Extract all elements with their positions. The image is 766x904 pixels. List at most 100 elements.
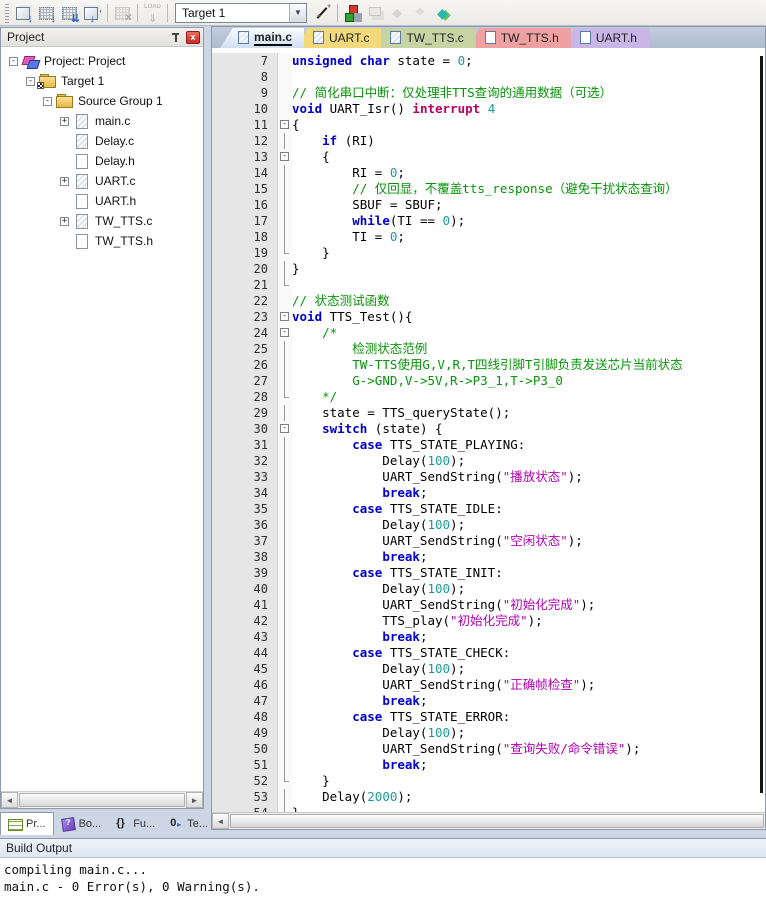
code-line[interactable]: 36 Delay(100);: [212, 517, 765, 533]
code-line[interactable]: 44 case TTS_STATE_CHECK:: [212, 645, 765, 661]
collapse-expander-icon[interactable]: -: [43, 97, 52, 106]
code-line[interactable]: 12 if (RI): [212, 133, 765, 149]
code-line[interactable]: 40 Delay(100);: [212, 581, 765, 597]
translate-file-button[interactable]: [12, 2, 35, 24]
scroll-right-arrow-icon[interactable]: ►: [186, 792, 203, 808]
scrollbar-thumb[interactable]: [230, 814, 764, 828]
code-line[interactable]: 49 Delay(100);: [212, 725, 765, 741]
code-line[interactable]: 50 UART_SendString("查询失败/命令错误");: [212, 741, 765, 757]
code-line[interactable]: 28 */: [212, 389, 765, 405]
code-line[interactable]: 7unsigned char state = 0;: [212, 53, 765, 69]
collapse-expander-icon[interactable]: -: [26, 77, 35, 86]
tree-item-uart-h[interactable]: UART.h: [1, 191, 203, 211]
code-line[interactable]: 24- /*: [212, 325, 765, 341]
expand-expander-icon[interactable]: +: [60, 117, 69, 126]
editor-tab-tw-tts-c[interactable]: TW_TTS.c: [372, 28, 475, 48]
code-line[interactable]: 9// 简化串口中断：仅处理非TTS查询的通用数据（可选）: [212, 85, 765, 101]
editor-tab-uart-c[interactable]: UART.c: [295, 28, 381, 48]
target-select-combo[interactable]: Target 1▼: [175, 3, 307, 23]
tree-item-project-project[interactable]: -Project: Project: [1, 51, 203, 71]
tree-item-delay-c[interactable]: Delay.c: [1, 131, 203, 151]
manage-items-button[interactable]: [341, 2, 364, 24]
code-line[interactable]: 53 Delay(2000);: [212, 789, 765, 805]
code-line[interactable]: 25 检测状态范例: [212, 341, 765, 357]
batch-build-button[interactable]: ▼: [81, 2, 104, 24]
code-line[interactable]: 47 break;: [212, 693, 765, 709]
code-line[interactable]: 42 TTS_play("初始化完成");: [212, 613, 765, 629]
code-line[interactable]: 45 Delay(100);: [212, 661, 765, 677]
fold-toggle-icon[interactable]: -: [278, 325, 292, 341]
bottom-tab-bo[interactable]: Bo...: [54, 812, 109, 835]
code-line[interactable]: 31 case TTS_STATE_PLAYING:: [212, 437, 765, 453]
code-line[interactable]: 54}: [212, 805, 765, 812]
code-line[interactable]: 52 }: [212, 773, 765, 789]
code-line[interactable]: 13- {: [212, 149, 765, 165]
expand-expander-icon[interactable]: +: [60, 217, 69, 226]
code-line[interactable]: 37 UART_SendString("空闲状态");: [212, 533, 765, 549]
code-line[interactable]: 34 break;: [212, 485, 765, 501]
editor-tab-main-c[interactable]: main.c: [220, 28, 304, 48]
bottom-tab-pr[interactable]: Pr...: [0, 812, 54, 835]
bottom-tab-te[interactable]: Te...: [162, 812, 215, 835]
code-line[interactable]: 22// 状态测试函数: [212, 293, 765, 309]
code-line[interactable]: 16 SBUF = SBUF;: [212, 197, 765, 213]
tree-item-target-1[interactable]: -Target 1: [1, 71, 203, 91]
close-icon[interactable]: x: [186, 31, 200, 44]
scrollbar-thumb[interactable]: [19, 793, 185, 807]
code-line[interactable]: 19 }: [212, 245, 765, 261]
options-for-target-button[interactable]: [311, 2, 334, 24]
code-line[interactable]: 32 Delay(100);: [212, 453, 765, 469]
code-line[interactable]: 27 G->GND,V->5V,R->P3_1,T->P3_0: [212, 373, 765, 389]
tree-item-source-group-1[interactable]: -Source Group 1: [1, 91, 203, 111]
rebuild-all-button[interactable]: [58, 2, 81, 24]
fold-toggle-icon[interactable]: -: [278, 309, 292, 325]
code-line[interactable]: 29 state = TTS_queryState();: [212, 405, 765, 421]
tree-item-tw-tts-h[interactable]: TW_TTS.h: [1, 231, 203, 251]
code-line[interactable]: 33 UART_SendString("播放状态");: [212, 469, 765, 485]
tree-item-main-c[interactable]: +main.c: [1, 111, 203, 131]
fold-margin: [278, 197, 292, 213]
code-line[interactable]: 43 break;: [212, 629, 765, 645]
scroll-left-arrow-icon[interactable]: ◄: [1, 792, 18, 808]
build-button[interactable]: [35, 2, 58, 24]
code-line[interactable]: 17 while(TI == 0);: [212, 213, 765, 229]
code-area[interactable]: 7unsigned char state = 0;89// 简化串口中断：仅处理…: [212, 48, 765, 812]
pack-installer-button[interactable]: [433, 2, 456, 24]
fold-toggle-icon[interactable]: -: [278, 149, 292, 165]
fold-toggle-icon[interactable]: -: [278, 421, 292, 437]
code-line[interactable]: 26 TW-TTS使用G,V,R,T四线引脚T引脚负责发送芯片当前状态: [212, 357, 765, 373]
code-line[interactable]: 14 RI = 0;: [212, 165, 765, 181]
code-line[interactable]: 23-void TTS_Test(){: [212, 309, 765, 325]
fold-toggle-icon[interactable]: -: [278, 117, 292, 133]
toolbar-drag-handle[interactable]: [5, 3, 9, 23]
code-line[interactable]: 20}: [212, 261, 765, 277]
code-line[interactable]: 21: [212, 277, 765, 293]
tree-item-delay-h[interactable]: Delay.h: [1, 151, 203, 171]
code-line[interactable]: 46 UART_SendString("正确帧检查");: [212, 677, 765, 693]
editor-tab-tw-tts-h[interactable]: TW_TTS.h: [467, 28, 571, 48]
code-line[interactable]: 18 TI = 0;: [212, 229, 765, 245]
bottom-tab-fu[interactable]: Fu...: [108, 812, 162, 835]
code-line[interactable]: 39 case TTS_STATE_INIT:: [212, 565, 765, 581]
build-output-console[interactable]: compiling main.c...main.c - 0 Error(s), …: [0, 858, 766, 904]
editor-tab-uart-h[interactable]: UART.h: [562, 28, 649, 48]
collapse-expander-icon[interactable]: -: [9, 57, 18, 66]
tree-item-uart-c[interactable]: +UART.c: [1, 171, 203, 191]
code-line[interactable]: 51 break;: [212, 757, 765, 773]
chevron-down-icon[interactable]: ▼: [289, 4, 306, 22]
code-line[interactable]: 8: [212, 69, 765, 85]
code-line[interactable]: 10void UART_Isr() interrupt 4: [212, 101, 765, 117]
code-line[interactable]: 41 UART_SendString("初始化完成");: [212, 597, 765, 613]
scroll-left-arrow-icon[interactable]: ◄: [212, 813, 229, 829]
code-line[interactable]: 35 case TTS_STATE_IDLE:: [212, 501, 765, 517]
code-line[interactable]: 30- switch (state) {: [212, 421, 765, 437]
code-line[interactable]: 11-{: [212, 117, 765, 133]
tree-item-tw-tts-c[interactable]: +TW_TTS.c: [1, 211, 203, 231]
expand-expander-icon[interactable]: +: [60, 177, 69, 186]
code-line[interactable]: 48 case TTS_STATE_ERROR:: [212, 709, 765, 725]
code-line[interactable]: 38 break;: [212, 549, 765, 565]
code-line[interactable]: 15 // 仅回显，不覆盖tts_response（避免干扰状态查询）: [212, 181, 765, 197]
project-horizontal-scrollbar[interactable]: ◄ ►: [1, 791, 203, 808]
pin-icon[interactable]: [170, 31, 182, 44]
editor-horizontal-scrollbar[interactable]: ◄: [212, 812, 765, 829]
